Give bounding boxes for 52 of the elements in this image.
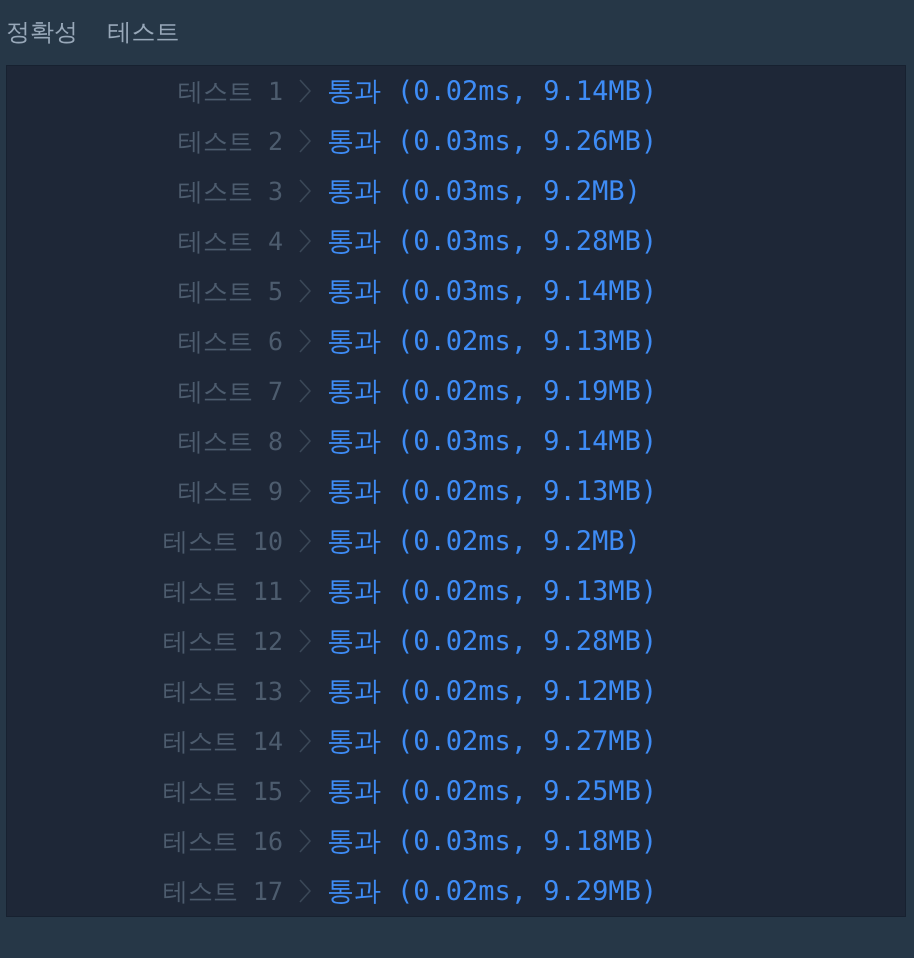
result-detail: (0.02ms, 9.25MB) xyxy=(397,776,658,806)
chevron-icon xyxy=(299,329,311,353)
chevron-icon xyxy=(299,579,311,603)
result-status: 통과 xyxy=(327,75,381,109)
result-detail: (0.02ms, 9.12MB) xyxy=(397,676,658,706)
result-status: 통과 xyxy=(327,725,381,759)
result-detail: (0.02ms, 9.13MB) xyxy=(397,576,658,606)
chevron-icon xyxy=(299,279,311,303)
result-detail: (0.02ms, 9.13MB) xyxy=(397,326,658,356)
chevron-icon xyxy=(299,429,311,453)
result-status: 통과 xyxy=(327,425,381,459)
chevron-icon xyxy=(299,529,311,553)
chevron-icon xyxy=(299,79,311,103)
chevron-icon xyxy=(299,229,311,253)
chevron-icon xyxy=(299,479,311,503)
chevron-icon xyxy=(299,779,311,803)
result-detail: (0.02ms, 9.28MB) xyxy=(397,626,658,656)
result-detail: (0.03ms, 9.26MB) xyxy=(397,126,658,156)
result-status: 통과 xyxy=(327,575,381,609)
result-detail: (0.03ms, 9.18MB) xyxy=(397,826,658,856)
chevron-icon xyxy=(299,629,311,653)
chevron-icon xyxy=(299,879,311,903)
result-detail: (0.02ms, 9.19MB) xyxy=(397,376,658,406)
result-status: 통과 xyxy=(327,175,381,209)
result-detail: (0.02ms, 9.2MB) xyxy=(397,526,641,556)
result-status: 통과 xyxy=(327,775,381,809)
chevron-icon xyxy=(299,729,311,753)
chevron-icon xyxy=(299,379,311,403)
result-status: 통과 xyxy=(327,325,381,359)
chevron-icon xyxy=(299,129,311,153)
result-status: 통과 xyxy=(327,475,381,509)
result-status: 통과 xyxy=(327,625,381,659)
result-status: 통과 xyxy=(327,875,381,909)
result-status: 통과 xyxy=(327,225,381,259)
result-detail: (0.02ms, 9.13MB) xyxy=(397,476,658,506)
result-status: 통과 xyxy=(327,675,381,709)
result-detail: (0.02ms, 9.14MB) xyxy=(397,76,658,106)
result-detail: (0.03ms, 9.14MB) xyxy=(397,426,658,456)
result-detail: (0.03ms, 9.28MB) xyxy=(397,226,658,256)
result-status: 통과 xyxy=(327,825,381,859)
result-status: 통과 xyxy=(327,275,381,309)
chevron-icon xyxy=(299,179,311,203)
chevron-icon xyxy=(299,829,311,853)
result-status: 통과 xyxy=(327,125,381,159)
result-status: 통과 xyxy=(327,375,381,409)
section-heading: 정확성 테스트 xyxy=(6,16,180,48)
result-detail: (0.02ms, 9.27MB) xyxy=(397,726,658,756)
chevron-icon xyxy=(299,679,311,703)
result-detail: (0.03ms, 9.2MB) xyxy=(397,176,641,206)
result-status: 통과 xyxy=(327,525,381,559)
result-detail: (0.02ms, 9.29MB) xyxy=(397,876,658,906)
result-detail: (0.03ms, 9.14MB) xyxy=(397,276,658,306)
